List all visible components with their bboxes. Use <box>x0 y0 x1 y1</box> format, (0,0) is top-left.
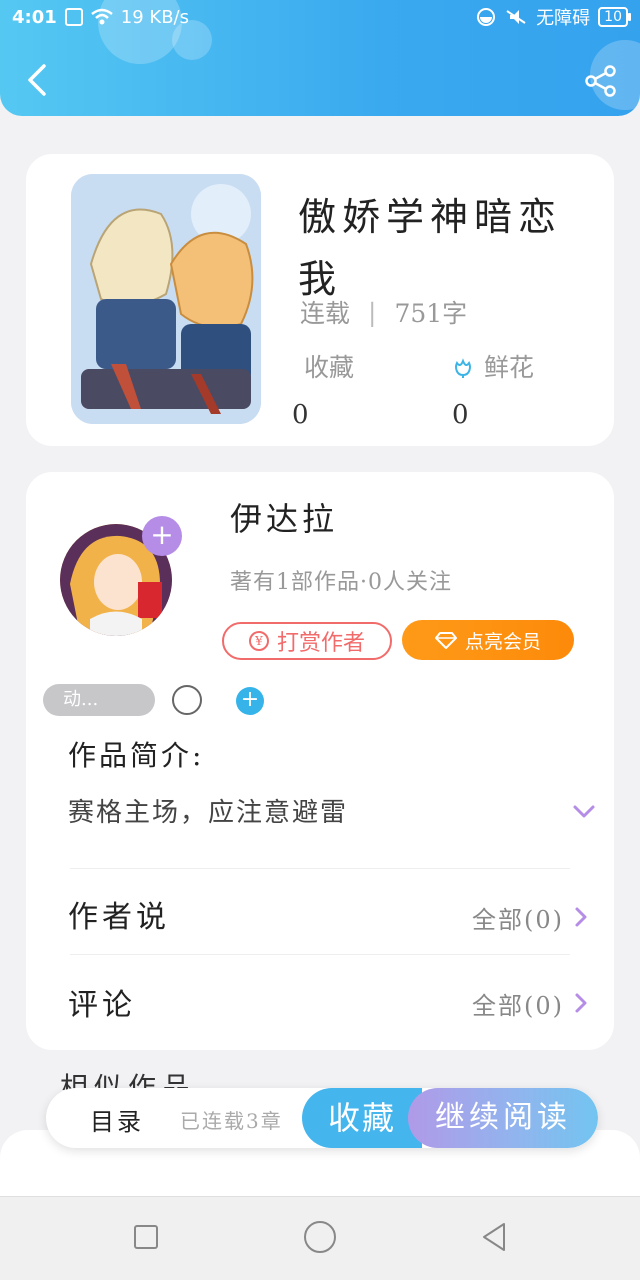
circle-toggle[interactable] <box>172 685 202 715</box>
similar-works-title: 相似作品 <box>60 1071 197 1090</box>
comments-label[interactable]: 评论 <box>68 980 136 1024</box>
do-not-disturb-icon <box>477 8 496 26</box>
header-bar: 4:01 19 KB/s 无障碍 10 <box>0 0 640 116</box>
author-says-count[interactable]: 全部(0) <box>472 900 564 935</box>
divider <box>70 868 570 869</box>
flower-icon <box>455 358 471 378</box>
flowers-value: 0 <box>452 400 469 430</box>
author-dynamic-chip[interactable]: 动... <box>43 684 155 716</box>
chevron-down-icon[interactable] <box>572 804 596 820</box>
serial-count: 已连载3章 <box>180 1109 283 1133</box>
bottom-action-bar: 目录 已连载3章 收藏 继续阅读 <box>46 1088 598 1148</box>
chevron-left-icon[interactable] <box>22 62 52 98</box>
catalog-button[interactable]: 目录 <box>90 1102 144 1137</box>
recent-apps-icon[interactable] <box>134 1225 158 1249</box>
network-speed: 19 KB/s <box>120 6 190 28</box>
book-status-row: 连载 | 751字 <box>300 294 467 330</box>
author-name[interactable]: 伊达拉 <box>230 494 338 540</box>
intro-title: 作品简介: <box>68 739 205 772</box>
tip-author-button[interactable]: ¥ 打赏作者 <box>222 622 392 660</box>
divider: | <box>368 297 377 327</box>
status-time: 4:01 <box>12 6 57 28</box>
favorites-value: 0 <box>292 400 309 430</box>
share-icon[interactable] <box>584 64 618 98</box>
chevron-right-icon[interactable] <box>574 906 588 928</box>
flowers-label: 鲜花 <box>484 353 535 382</box>
favorites-label: 收藏 <box>304 353 355 382</box>
author-meta: 著有1部作品·0人关注 <box>230 570 452 595</box>
chevron-right-icon[interactable] <box>574 992 588 1014</box>
add-button[interactable]: + <box>236 687 264 715</box>
book-title: 傲娇学神暗恋我 <box>298 195 563 301</box>
flowers-stat[interactable]: 鲜花 <box>452 348 534 384</box>
vip-member-label: 点亮会员 <box>464 631 541 653</box>
tip-author-label: 打赏作者 <box>276 631 365 656</box>
author-says-label[interactable]: 作者说 <box>68 892 170 936</box>
accessibility-label: 无障碍 <box>536 8 591 29</box>
author-card: + 伊达拉 著有1部作品·0人关注 ¥ 打赏作者 点亮会员 动... + 作品简… <box>26 472 614 1050</box>
back-triangle-icon[interactable] <box>480 1221 508 1253</box>
yen-icon: ¥ <box>248 631 269 651</box>
wifi-icon <box>91 8 113 25</box>
divider <box>70 954 570 955</box>
collect-button[interactable]: 收藏 <box>302 1088 422 1148</box>
home-icon[interactable] <box>304 1221 336 1253</box>
system-navigation-bar <box>0 1196 640 1280</box>
serial-status: 连载 <box>300 299 351 328</box>
battery-icon: 10 <box>598 7 631 27</box>
notification-icon <box>64 8 83 26</box>
comments-count[interactable]: 全部(0) <box>472 986 564 1021</box>
diamond-icon <box>434 632 457 649</box>
vip-member-button[interactable]: 点亮会员 <box>402 620 574 660</box>
book-cover-image[interactable] <box>71 174 261 424</box>
intro-text: 赛格主场，应注意避雷 <box>68 798 349 828</box>
mute-icon <box>506 10 526 24</box>
word-count: 751字 <box>394 299 468 328</box>
continue-reading-button[interactable]: 继续阅读 <box>408 1088 598 1148</box>
book-info-card: 傲娇学神暗恋我 连载 | 751字 收藏 鲜花 0 0 <box>26 154 614 446</box>
status-bar: 4:01 19 KB/s 无障碍 10 <box>0 0 640 34</box>
follow-author-button[interactable]: + <box>142 516 182 556</box>
